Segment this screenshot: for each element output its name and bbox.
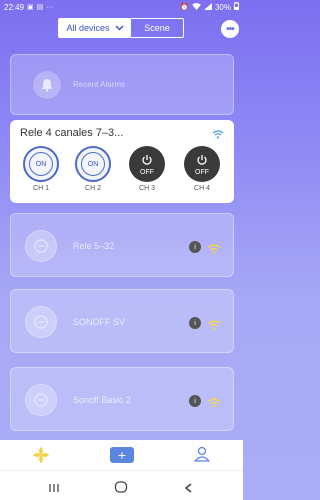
signal-status-icon <box>203 2 212 12</box>
channel-1: ON CH 1 <box>22 146 60 192</box>
channel-1-label: CH 1 <box>33 185 49 192</box>
more-options-button[interactable]: ••• <box>221 20 239 38</box>
top-header: All devices Scene ••• <box>0 18 243 40</box>
channel-3-toggle[interactable]: OFF <box>129 146 165 182</box>
channel-2: ON CH 2 <box>74 146 112 192</box>
channel-1-state: ON <box>35 160 47 168</box>
view-segmented-control: All devices Scene <box>58 18 184 38</box>
channel-2-toggle[interactable]: ON <box>75 146 111 182</box>
device-name: Sonoff Basic 2 <box>73 395 131 405</box>
home-icon[interactable] <box>114 480 128 498</box>
battery-icon <box>234 2 239 12</box>
device-card-rele-5-32[interactable]: Rele 5–32 i <box>10 213 234 277</box>
channel-4-label: CH 4 <box>194 185 210 192</box>
device-card-rele-4-canales[interactable]: Rele 4 canales 7–3... ON CH 1 ON CH 2 OF <box>10 120 234 203</box>
more-notifications-icon: ··· <box>46 3 54 11</box>
bottom-tab-bar: + <box>0 440 243 470</box>
wifi-icon <box>212 126 224 144</box>
plus-icon: + <box>117 447 127 463</box>
channel-1-toggle[interactable]: ON <box>23 146 59 182</box>
status-bar: 22:49 ▣ ▤ ··· ⏰ 30% <box>0 0 243 14</box>
device-switch-icon <box>25 384 57 416</box>
tab-scene[interactable]: Scene <box>131 19 183 37</box>
wifi-icon <box>207 395 221 413</box>
back-icon[interactable] <box>183 480 195 498</box>
channel-2-label: CH 2 <box>85 185 101 192</box>
device-name: Rele 5–32 <box>73 241 115 251</box>
gallery-notification-icon: ▤ <box>36 4 44 11</box>
status-time: 22:49 <box>4 2 25 12</box>
channel-3-state: OFF <box>140 168 154 176</box>
offline-info-icon[interactable]: i <box>189 395 201 407</box>
device-name: SONOFF SV <box>73 317 126 327</box>
channel-2-state: ON <box>87 160 99 168</box>
channel-3: OFF CH 3 <box>128 146 166 192</box>
chevron-down-icon <box>114 23 124 33</box>
device-switch-icon <box>25 306 57 338</box>
tab-all-devices-label: All devices <box>66 23 110 33</box>
image-notification-icon: ▣ <box>27 4 34 11</box>
channel-3-label: CH 3 <box>139 185 155 192</box>
device-title: Rele 4 canales 7–3... <box>20 127 124 139</box>
device-switch-icon <box>25 230 57 262</box>
recent-apps-icon[interactable] <box>48 480 60 498</box>
tab-all-devices[interactable]: All devices <box>59 19 131 37</box>
add-device-button[interactable]: + <box>110 447 134 463</box>
devices-tab-icon[interactable] <box>32 446 50 469</box>
alarm-status-icon: ⏰ <box>180 4 189 11</box>
offline-info-icon[interactable]: i <box>189 241 201 253</box>
device-card-sonoff-sv[interactable]: SONOFF SV i <box>10 289 234 353</box>
channel-4-toggle[interactable]: OFF <box>184 146 220 182</box>
wifi-icon <box>207 317 221 335</box>
recent-alarms-label: Recent Alarms <box>73 80 126 89</box>
wifi-status-icon <box>192 2 201 12</box>
battery-percent: 30% <box>214 2 231 12</box>
system-navigation-bar <box>0 470 243 500</box>
wifi-icon <box>207 241 221 259</box>
channel-4: OFF CH 4 <box>183 146 221 192</box>
offline-info-icon[interactable]: i <box>189 317 201 329</box>
more-dots-icon: ••• <box>226 23 234 35</box>
device-card-sonoff-basic-2[interactable]: Sonoff Basic 2 i <box>10 367 234 431</box>
profile-tab-icon[interactable] <box>193 445 211 468</box>
channel-4-state: OFF <box>195 168 209 176</box>
bell-icon <box>33 71 61 99</box>
recent-alarms-card[interactable]: Recent Alarms <box>10 54 234 115</box>
tab-scene-label: Scene <box>144 23 170 33</box>
